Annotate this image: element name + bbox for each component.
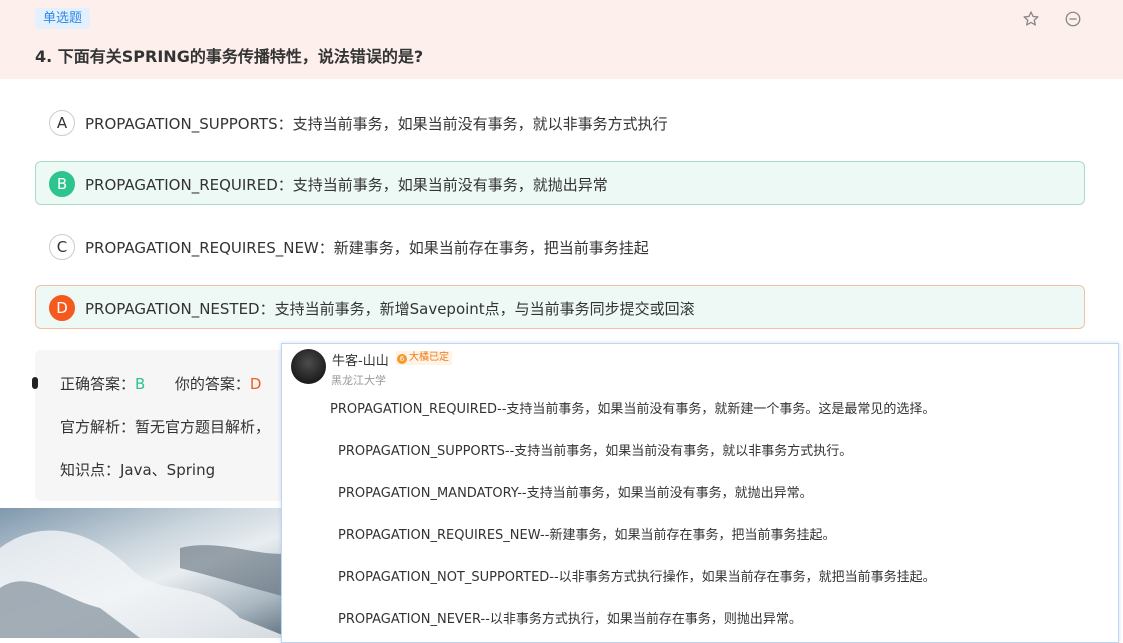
question-header: 单选题 4. 下面有关SPRING的事务传播特性，说法错误的是? (0, 0, 1123, 79)
background-photo (0, 508, 290, 638)
answer-panel: 正确答案：B 你的答案：D 官方解析：暂无官方题目解析， 知识点：Java、Sp… (32, 350, 295, 501)
option-text: PROPAGATION_REQUIRES_NEW：新建事务，如果当前存在事务，把… (85, 239, 649, 257)
level-icon: 6 (397, 354, 407, 364)
official-analysis: 官方解析：暂无官方题目解析， (60, 418, 271, 436)
comment-line: PROPAGATION_MANDATORY--支持当前事务，如果当前没有事务，就… (338, 486, 813, 501)
comment-line: PROPAGATION_REQUIRED--支持当前事务，如果当前没有事务，就新… (330, 402, 936, 417)
question-title: 4. 下面有关SPRING的事务传播特性，说法错误的是? (35, 47, 424, 66)
option-letter: C (49, 234, 75, 260)
option-letter: A (49, 110, 75, 136)
user-school: 黑龙江大学 (331, 374, 386, 387)
comment-line: PROPAGATION_NEVER--以非事务方式执行，如果当前存在事务，则抛出… (338, 612, 802, 627)
comment-line: PROPAGATION_NOT_SUPPORTED--以非事务方式执行操作，如果… (338, 570, 936, 585)
comment-popup: 牛客-山山 6 大橘已定 黑龙江大学 PROPAGATION_REQUIRED--… (281, 343, 1119, 643)
option-text: PROPAGATION_SUPPORTS：支持当前事务，如果当前没有事务，就以非… (85, 115, 668, 133)
option-letter: D (49, 295, 75, 321)
your-answer-value: D (249, 375, 262, 393)
correct-answer-label: 正确答案： (60, 375, 136, 393)
option-c[interactable]: C PROPAGATION_REQUIRES_NEW：新建事务，如果当前存在事务… (35, 224, 1085, 268)
comment-line: PROPAGATION_SUPPORTS--支持当前事务，如果当前没有事务，就以… (338, 444, 853, 459)
option-b[interactable]: B PROPAGATION_REQUIRED：支持当前事务，如果当前没有事务，就… (35, 161, 1085, 205)
option-text: PROPAGATION_REQUIRED：支持当前事务，如果当前没有事务，就抛出… (85, 176, 608, 194)
answer-row: 正确答案：B 你的答案：D (60, 373, 261, 394)
avatar[interactable] (291, 349, 326, 384)
badge-text: 大橘已定 (409, 352, 449, 363)
option-letter: B (49, 171, 75, 197)
question-type-tag: 单选题 (35, 8, 91, 29)
user-name[interactable]: 牛客-山山 (332, 350, 389, 369)
minus-circle-icon[interactable] (1064, 10, 1082, 28)
option-a[interactable]: A PROPAGATION_SUPPORTS：支持当前事务，如果当前没有事务，就… (35, 100, 1085, 144)
star-icon[interactable] (1022, 10, 1040, 28)
panel-marker (32, 377, 38, 389)
your-answer-label: 你的答案： (174, 375, 250, 393)
correct-answer-value: B (135, 375, 146, 393)
knowledge-points: 知识点：Java、Spring (60, 461, 216, 479)
option-d[interactable]: D PROPAGATION_NESTED：支持当前事务，新增Savepoint点… (35, 285, 1085, 329)
comment-line: PROPAGATION_REQUIRES_NEW--新建事务，如果当前存在事务，… (338, 528, 836, 543)
option-text: PROPAGATION_NESTED：支持当前事务，新增Savepoint点，与… (85, 300, 695, 318)
user-badge: 6 大橘已定 (396, 351, 452, 365)
